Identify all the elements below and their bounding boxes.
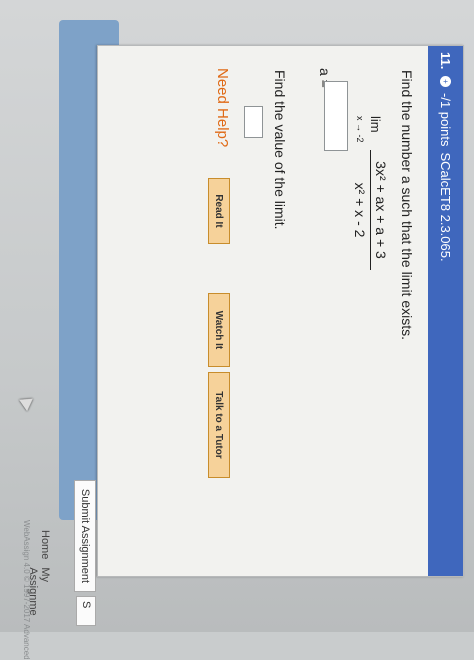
- limit-denominator: x² + x - 2: [352, 182, 368, 238]
- limit-value-input[interactable]: [244, 106, 263, 138]
- question-points: -/1 points: [438, 93, 453, 147]
- photographed-screen: 11. + -/1 points SCalcET8 2.3.065. Find …: [0, 0, 474, 660]
- a-answer-input[interactable]: [324, 81, 348, 151]
- need-help-label: Need Help?: [214, 68, 231, 148]
- question-prompt: Find the number a such that the limit ex…: [399, 70, 415, 341]
- read-it-button[interactable]: Read It: [208, 178, 230, 244]
- save-assignment-button[interactable]: S: [76, 596, 96, 626]
- limit-label: lim: [368, 116, 383, 133]
- question-card: 11. + -/1 points SCalcET8 2.3.065. Find …: [97, 45, 464, 577]
- question-source: SCalcET8 2.3.065.: [438, 152, 453, 262]
- watch-it-button[interactable]: Watch It: [208, 293, 230, 367]
- footer-text: WebAssign 4.0 © 1997-2017 Advanced: [22, 520, 31, 660]
- limit-value-prompt: Find the value of the limit.: [272, 70, 288, 230]
- limit-approach: x → -2: [355, 116, 365, 143]
- submit-assignment-button[interactable]: Submit Assignment: [74, 480, 96, 592]
- info-icon[interactable]: +: [440, 76, 451, 87]
- question-header: 11. + -/1 points SCalcET8 2.3.065.: [428, 46, 463, 576]
- mouse-cursor-icon: [19, 392, 37, 412]
- talk-to-tutor-button[interactable]: Talk to a Tutor: [208, 372, 230, 478]
- limit-fraction: 3x² + ax + a + 3 x² + x - 2: [352, 150, 389, 270]
- question-number: 11.: [438, 52, 453, 70]
- limit-numerator: 3x² + ax + a + 3: [370, 150, 389, 270]
